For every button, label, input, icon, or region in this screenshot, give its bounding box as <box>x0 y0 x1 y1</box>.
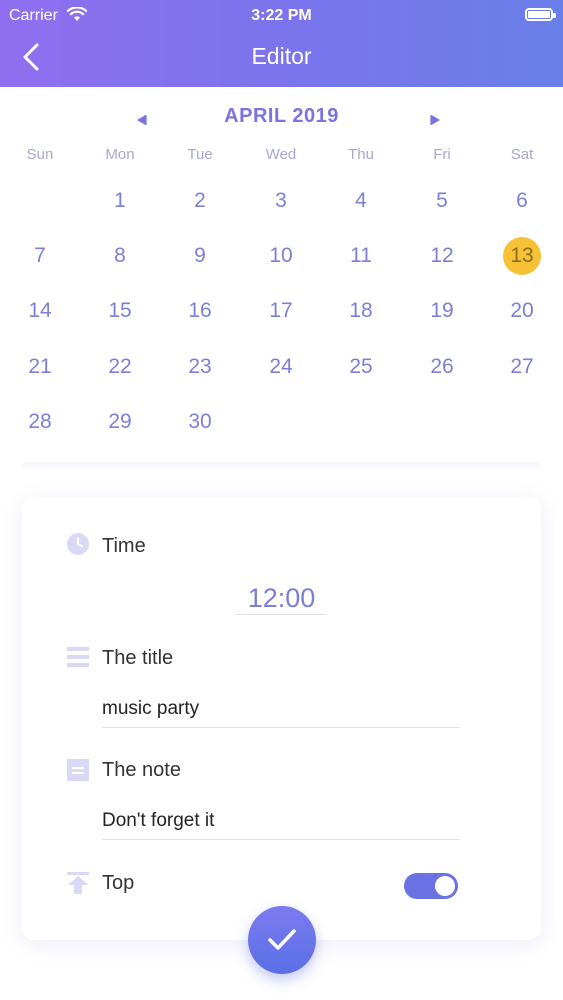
clock-icon <box>67 533 89 555</box>
calendar-day-29[interactable]: 29 <box>80 402 160 442</box>
calendar-day-26[interactable]: 26 <box>402 347 482 387</box>
calendar-day-25[interactable]: 25 <box>321 347 401 387</box>
time-value[interactable]: 12:00 <box>22 583 541 614</box>
calendar-day-4[interactable]: 4 <box>321 181 401 221</box>
calendar-day-24[interactable]: 24 <box>241 347 321 387</box>
calendar-day-5[interactable]: 5 <box>402 181 482 221</box>
calendar-day-11[interactable]: 11 <box>321 236 401 276</box>
calendar-day-2[interactable]: 2 <box>160 181 240 221</box>
calendar-day-21[interactable]: 21 <box>0 347 80 387</box>
calendar-day-6[interactable]: 6 <box>482 181 562 221</box>
calendar-day-9[interactable]: 9 <box>160 236 240 276</box>
calendar-grid: 1 2 3 4 5 6 7 8 9 10 11 12 13 14 15 16 17 18 19 20 21 22 23 24 2… <box>0 0 563 460</box>
title-input[interactable]: music party <box>102 698 199 720</box>
calendar-day-27[interactable]: 27 <box>482 347 562 387</box>
calendar-day-7[interactable]: 7 <box>0 236 80 276</box>
calendar-day-15[interactable]: 15 <box>80 291 160 331</box>
calendar-day-14[interactable]: 14 <box>0 291 80 331</box>
calendar-day-1[interactable]: 1 <box>80 181 160 221</box>
event-form-card: Time 12:00 The title music party The not… <box>22 497 541 940</box>
calendar-day-30[interactable]: 30 <box>160 402 240 442</box>
calendar-day-13[interactable]: 13 <box>482 236 562 276</box>
calendar-day-20[interactable]: 20 <box>482 291 562 331</box>
note-label: The note <box>102 759 181 781</box>
top-toggle[interactable] <box>404 873 458 899</box>
divider <box>22 462 541 472</box>
time-label: Time <box>102 535 146 557</box>
note-underline <box>102 839 460 840</box>
calendar-day-8[interactable]: 8 <box>80 236 160 276</box>
calendar-day-19[interactable]: 19 <box>402 291 482 331</box>
list-icon <box>67 646 89 668</box>
title-underline <box>102 727 460 728</box>
calendar-day-12[interactable]: 12 <box>402 236 482 276</box>
note-icon <box>67 759 89 781</box>
top-label: Top <box>102 872 135 894</box>
calendar-day-10[interactable]: 10 <box>241 236 321 276</box>
pin-top-icon <box>67 872 89 894</box>
calendar-day-18[interactable]: 18 <box>321 291 401 331</box>
confirm-button[interactable] <box>248 906 316 974</box>
calendar-day-23[interactable]: 23 <box>160 347 240 387</box>
note-input[interactable]: Don't forget it <box>102 810 214 832</box>
calendar-day-16[interactable]: 16 <box>160 291 240 331</box>
calendar-day-17[interactable]: 17 <box>241 291 321 331</box>
toggle-knob <box>435 876 455 896</box>
checkmark-icon <box>268 929 296 950</box>
calendar-day-22[interactable]: 22 <box>80 347 160 387</box>
title-label: The title <box>102 647 174 669</box>
calendar-day-3[interactable]: 3 <box>241 181 321 221</box>
calendar-day-28[interactable]: 28 <box>0 402 80 442</box>
time-underline <box>236 614 326 615</box>
